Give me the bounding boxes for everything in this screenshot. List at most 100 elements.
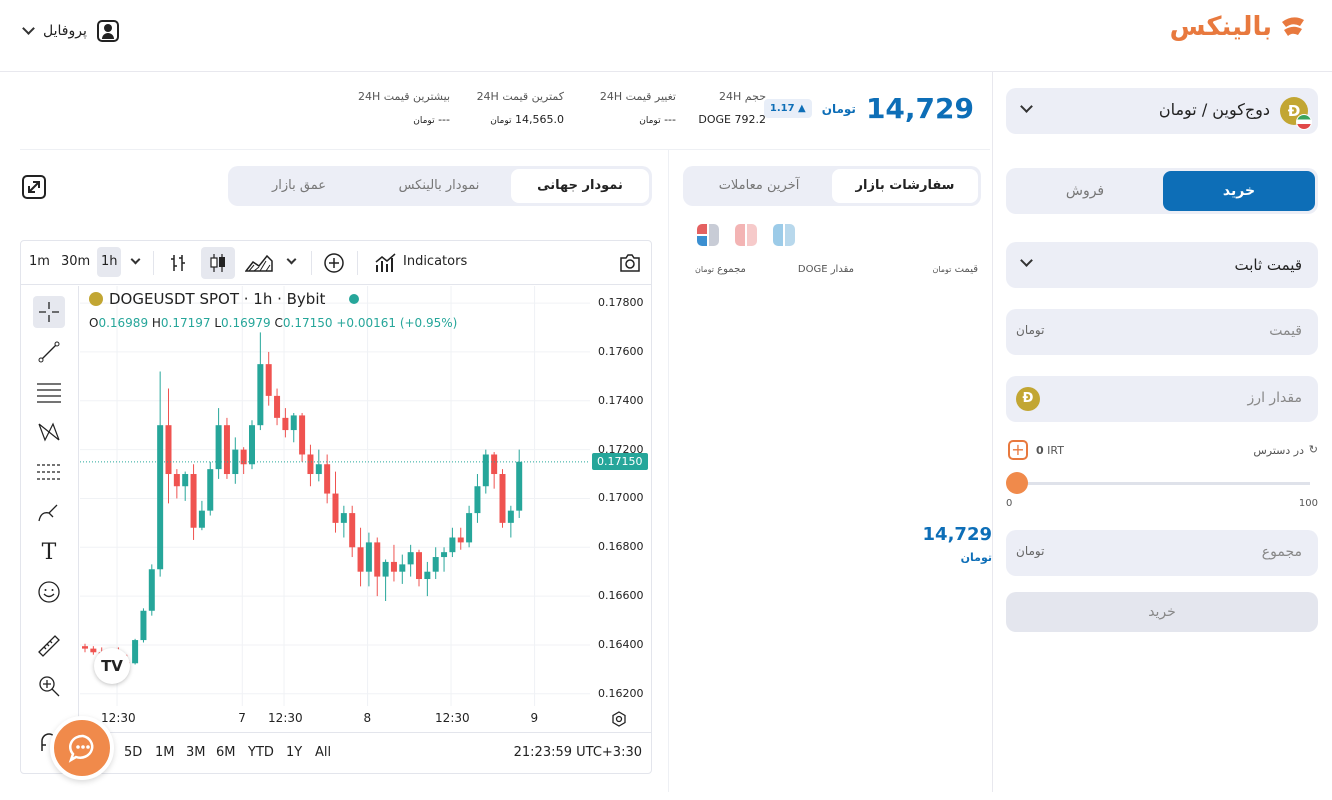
candle-body: [357, 547, 364, 572]
order-type-select[interactable]: قیمت ثابت: [1006, 242, 1318, 288]
range-1m[interactable]: 1M: [155, 745, 175, 760]
submit-buy-button[interactable]: خرید: [1006, 592, 1318, 632]
orderbook-sell-view-icon[interactable]: [735, 224, 757, 246]
range-ytd[interactable]: YTD: [248, 745, 274, 760]
orderbook-both-view-icon[interactable]: [697, 224, 719, 246]
area-chart-icon[interactable]: [245, 253, 273, 273]
support-chat-button[interactable]: [50, 716, 114, 780]
candle-body: [432, 557, 439, 572]
pair-selector[interactable]: Ð دوج‌کوین / تومان: [1006, 88, 1318, 134]
expand-icon[interactable]: [22, 175, 46, 199]
price-input[interactable]: قیمت تومان: [1006, 309, 1318, 355]
emoji-icon[interactable]: [33, 576, 65, 608]
candles-chart-button[interactable]: [201, 247, 235, 279]
profile-label: پروفایل: [43, 23, 87, 39]
compare-plus-icon[interactable]: [323, 252, 345, 274]
amount-input[interactable]: مقدار ارز Ð: [1006, 376, 1318, 422]
bars-chart-icon[interactable]: [169, 253, 187, 273]
candles-chart-icon: [210, 254, 225, 272]
refresh-icon[interactable]: ↻: [1309, 443, 1318, 456]
slider-min: 0: [1006, 498, 1013, 509]
candle-body: [307, 454, 314, 475]
chevron-down-icon[interactable]: [130, 254, 141, 265]
pattern-icon[interactable]: [33, 416, 65, 448]
ruler-icon[interactable]: [33, 630, 65, 662]
pair-name: دوج‌کوین / تومان: [1158, 100, 1270, 119]
candle-body: [332, 493, 339, 523]
time-axis[interactable]: 12:30 7 12:30 8 12:30 9: [80, 706, 651, 732]
tab-market-orders[interactable]: سفارشات بازار: [832, 169, 978, 203]
y-tick-label: 0.17600: [598, 344, 644, 358]
range-6m[interactable]: 6M: [216, 745, 236, 760]
user-icon: [96, 20, 119, 42]
ohlc-low: 0.16979: [221, 316, 271, 330]
tab-last-trades[interactable]: آخرین معاملات: [686, 169, 832, 203]
range-1y[interactable]: 1Y: [286, 745, 302, 760]
candle-body: [416, 552, 422, 580]
toman-suffix: تومان: [960, 551, 992, 564]
camera-icon[interactable]: [619, 253, 641, 273]
prediction-icon[interactable]: [33, 456, 65, 488]
profile-menu[interactable]: پروفایل: [22, 20, 119, 42]
interval-30m[interactable]: 30m: [61, 254, 90, 269]
zoom-in-icon[interactable]: [33, 670, 65, 702]
tab-balinex-chart[interactable]: نمودار بالینکس: [370, 169, 508, 203]
interval-1m[interactable]: 1m: [29, 254, 50, 269]
divider: [357, 251, 358, 275]
settings-icon[interactable]: [610, 710, 628, 728]
fib-lines-icon[interactable]: [33, 376, 65, 408]
candle-body: [90, 648, 97, 653]
crosshair-icon[interactable]: [33, 296, 65, 328]
candle-body: [474, 486, 481, 514]
range-5d[interactable]: 5D: [124, 745, 142, 760]
y-tick-label: 0.17800: [598, 296, 644, 310]
change-badge: ▲ 1.17: [763, 99, 812, 118]
slider-handle[interactable]: [1006, 472, 1028, 494]
trend-line-icon[interactable]: [33, 336, 65, 368]
stat-label: حجم 24H: [719, 90, 766, 103]
tab-global-chart[interactable]: نمودار جهانی: [511, 169, 649, 203]
candle-body: [148, 569, 155, 611]
indicators-icon[interactable]: [375, 253, 397, 273]
tradingview-logo-icon[interactable]: TV: [94, 648, 130, 684]
candle-body: [274, 395, 281, 418]
candle-body: [140, 610, 147, 641]
orderbook-buy-view-icon[interactable]: [773, 224, 795, 246]
indicators-button[interactable]: Indicators: [403, 254, 467, 269]
x-tick-label: 12:30: [268, 711, 303, 725]
total-input[interactable]: مجموع تومان: [1006, 530, 1318, 576]
text-tool-icon[interactable]: T: [33, 536, 65, 568]
order-type-value: قیمت ثابت: [1234, 256, 1302, 274]
brush-icon[interactable]: [33, 496, 65, 528]
chevron-down-icon: [1020, 254, 1033, 267]
candle-body: [516, 461, 523, 511]
price-axis[interactable]: 0.17800 0.17600 0.17400 0.17200 0.17000 0.168…: [590, 286, 651, 706]
sell-tab[interactable]: فروش: [1009, 171, 1161, 211]
candle-body: [198, 510, 205, 528]
col-price: قیمت تومان: [932, 264, 978, 275]
amount-slider[interactable]: 0 100: [1006, 472, 1318, 512]
chevron-down-icon[interactable]: [286, 254, 297, 265]
col-price-label: قیمت: [954, 264, 978, 275]
range-all[interactable]: All: [315, 745, 331, 760]
logo-text: بالینکس: [1169, 12, 1272, 42]
buy-tab[interactable]: خرید: [1163, 171, 1315, 211]
candle-body: [257, 364, 264, 426]
doge-symbol-icon: [89, 292, 103, 306]
stat-low: کمترین قیمت 24H 14,565.0 تومان: [477, 90, 564, 126]
orderbook-tabs: سفارشات بازار آخرین معاملات: [683, 166, 981, 206]
y-tick-label: 0.16600: [598, 589, 644, 603]
candle-body: [299, 415, 306, 455]
candle-body: [424, 571, 431, 580]
interval-1h[interactable]: 1h: [101, 254, 118, 269]
chart-plot-area[interactable]: DOGEUSDT SPOT · 1h · Bybit O0.16989 H0.1…: [80, 286, 590, 706]
logo[interactable]: بالینکس: [1170, 12, 1308, 42]
toman-suffix: تومان: [821, 101, 856, 116]
range-3m[interactable]: 3M: [186, 745, 206, 760]
candle-body: [265, 364, 272, 396]
deposit-plus-icon[interactable]: +: [1008, 440, 1028, 460]
candlestick-chart: [80, 286, 590, 706]
ohlc-change: +0.00161 (+0.95%): [336, 316, 458, 330]
tab-market-depth[interactable]: عمق بازار: [231, 169, 367, 203]
ohlc-open: 0.16989: [98, 316, 149, 330]
